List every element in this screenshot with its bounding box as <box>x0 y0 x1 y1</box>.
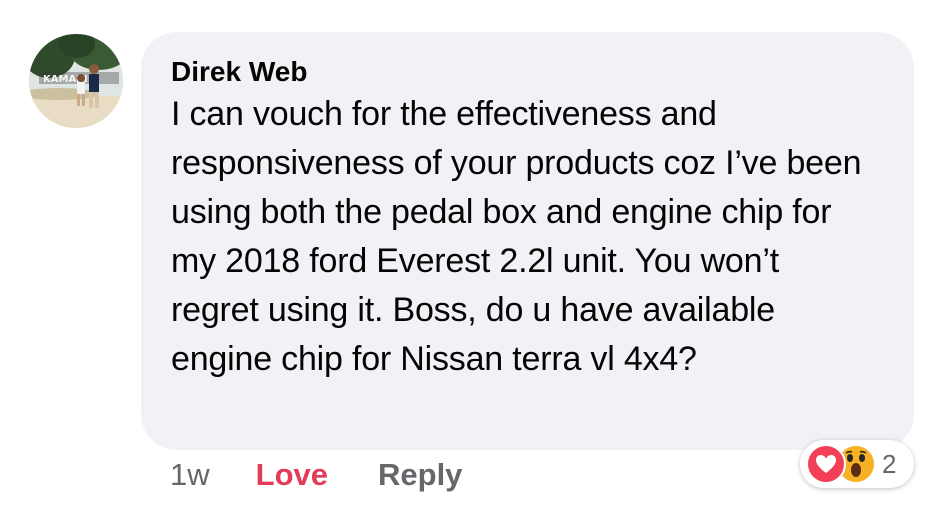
reactions-summary[interactable]: 2 <box>800 440 914 488</box>
love-reaction-button[interactable]: Love <box>256 455 328 495</box>
comment-container: KAMARI Direk Web I can vouch for the eff… <box>0 0 945 520</box>
reaction-count: 2 <box>882 448 897 479</box>
comment-text: I can vouch for the effectiveness and re… <box>171 95 862 378</box>
comment-actions: 1w Love Reply <box>170 455 462 495</box>
comment-timestamp[interactable]: 1w <box>170 455 210 495</box>
comment-author[interactable]: Direk Web <box>171 54 884 90</box>
comment-bubble: Direk Web I can vouch for the effectiven… <box>141 32 914 450</box>
love-icon <box>806 444 846 484</box>
reply-button[interactable]: Reply <box>378 455 462 495</box>
avatar-photo: KAMARI <box>29 34 123 128</box>
avatar[interactable]: KAMARI <box>29 34 123 128</box>
